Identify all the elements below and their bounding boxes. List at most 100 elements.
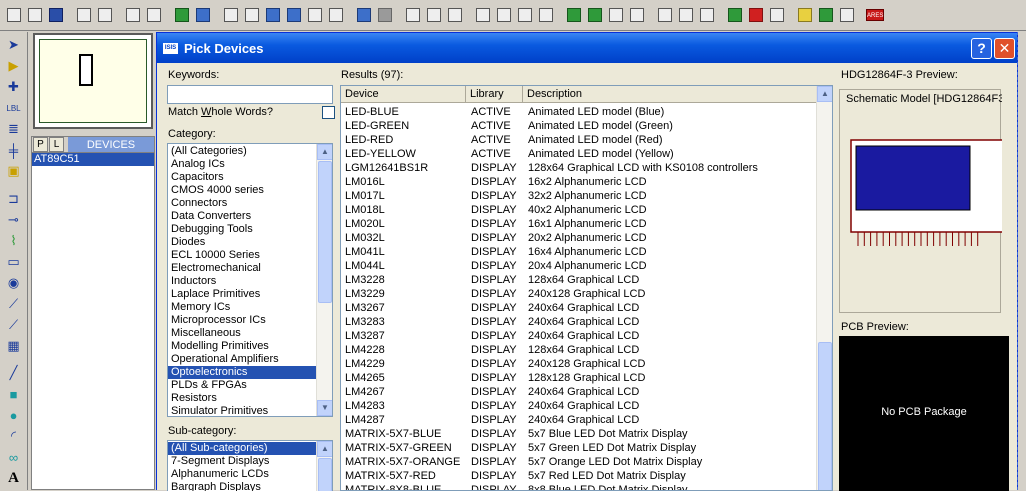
result-row[interactable]: LM4283 DISPLAY 240x64 Graphical LCD	[341, 399, 817, 413]
pick-device-button[interactable]: P	[33, 137, 48, 152]
ares-icon[interactable]: ARES	[865, 5, 885, 25]
set-area-icon[interactable]	[144, 5, 164, 25]
zoom-in-icon[interactable]	[263, 5, 283, 25]
remove-sheet-icon[interactable]	[746, 5, 766, 25]
result-row[interactable]: LM3287 DISPLAY 240x64 Graphical LCD	[341, 329, 817, 343]
current-probe-icon[interactable]: ⟋	[4, 316, 24, 335]
category-item[interactable]: ECL 10000 Series	[168, 249, 332, 262]
export-icon[interactable]	[95, 5, 115, 25]
block-rotate-icon[interactable]	[515, 5, 535, 25]
junction-dot-icon[interactable]: ✚	[4, 78, 24, 97]
block-move-icon[interactable]	[494, 5, 514, 25]
device-list[interactable]: AT89C51	[32, 153, 154, 166]
save-icon[interactable]	[46, 5, 66, 25]
results-scroll-thumb[interactable]	[818, 342, 832, 490]
result-row[interactable]: MATRIX-5X7-BLUE DISPLAY 5x7 Blue LED Dot M…	[341, 427, 817, 441]
result-row[interactable]: LM4267 DISPLAY 240x64 Graphical LCD	[341, 385, 817, 399]
property-tool-icon[interactable]	[697, 5, 717, 25]
print-icon[interactable]	[123, 5, 143, 25]
graph-icon[interactable]: ⌇	[4, 231, 24, 250]
refresh-icon[interactable]	[172, 5, 192, 25]
erc-icon[interactable]	[816, 5, 836, 25]
box-icon[interactable]: ■	[4, 385, 24, 404]
packaging-icon[interactable]	[606, 5, 626, 25]
virtual-instrument-icon[interactable]: ▦	[4, 337, 24, 356]
new-icon[interactable]	[4, 5, 24, 25]
selection-mode-icon[interactable]: ➤	[4, 36, 24, 55]
subcategory-item[interactable]: 7-Segment Displays	[168, 455, 332, 468]
bus-icon[interactable]: ╪	[4, 141, 24, 160]
result-row[interactable]: LED-YELLOW ACTIVE Animated LED model (Yell…	[341, 147, 817, 161]
result-row[interactable]: LED-GREEN ACTIVE Animated LED model (Green…	[341, 119, 817, 133]
result-row[interactable]: LED-BLUE ACTIVE Animated LED model (Blue)	[341, 105, 817, 119]
results-table[interactable]: Device Library Description LED-BLUE ACTIV…	[340, 85, 833, 491]
result-row[interactable]: LM020L DISPLAY 16x1 Alphanumeric LCD	[341, 217, 817, 231]
scroll-up-arrow-icon[interactable]: ▲	[817, 86, 832, 102]
exit-parent-icon[interactable]	[767, 5, 787, 25]
result-row[interactable]: LM018L DISPLAY 40x2 Alphanumeric LCD	[341, 203, 817, 217]
zoom-out-icon[interactable]	[284, 5, 304, 25]
terminal-icon[interactable]: ⊐	[4, 189, 24, 208]
redo-icon[interactable]	[375, 5, 395, 25]
zoom-area-icon[interactable]	[326, 5, 346, 25]
scroll-down-arrow-icon[interactable]: ▼	[317, 400, 332, 416]
dialog-title-bar[interactable]: ISIS Pick Devices	[157, 33, 1017, 63]
generator-icon[interactable]: ◉	[4, 274, 24, 293]
circle-icon[interactable]: ●	[4, 406, 24, 425]
line-icon[interactable]: ╱	[4, 364, 24, 383]
column-library[interactable]: Library	[466, 86, 523, 103]
arc-icon[interactable]: ◜	[4, 427, 24, 446]
netlist-icon[interactable]	[837, 5, 857, 25]
subcategory-scroll-thumb[interactable]	[318, 458, 332, 491]
decompose-icon[interactable]	[627, 5, 647, 25]
result-row[interactable]: MATRIX-5X7-ORANGE DISPLAY 5x7 Orange LED D…	[341, 455, 817, 469]
category-item[interactable]: Miscellaneous	[168, 327, 332, 340]
result-row[interactable]: LM032L DISPLAY 20x2 Alphanumeric LCD	[341, 231, 817, 245]
result-row[interactable]: MATRIX-5X7-GREEN DISPLAY 5x7 Green LED Dot…	[341, 441, 817, 455]
category-scroll-thumb[interactable]	[318, 161, 332, 303]
category-item[interactable]: PLDs & FPGAs	[168, 379, 332, 392]
category-item[interactable]: Operational Amplifiers	[168, 353, 332, 366]
result-row[interactable]: LM044L DISPLAY 20x4 Alphanumeric LCD	[341, 259, 817, 273]
category-item[interactable]: Diodes	[168, 236, 332, 249]
keywords-input[interactable]	[167, 85, 333, 104]
result-row[interactable]: LM4287 DISPLAY 240x64 Graphical LCD	[341, 413, 817, 427]
import-icon[interactable]	[74, 5, 94, 25]
category-item[interactable]: Debugging Tools	[168, 223, 332, 236]
category-item[interactable]: Optoelectronics	[168, 366, 332, 379]
category-item[interactable]: Electromechanical	[168, 262, 332, 275]
grid-icon[interactable]	[193, 5, 213, 25]
paste-icon[interactable]	[445, 5, 465, 25]
overview-window[interactable]	[33, 33, 153, 129]
category-list[interactable]: (All Categories) Analog ICs Capacitors CMOS…	[167, 143, 333, 417]
category-item[interactable]: Resistors	[168, 392, 332, 405]
pick-device-icon[interactable]	[564, 5, 584, 25]
search-tag-icon[interactable]	[676, 5, 696, 25]
results-scrollbar[interactable]: ▲	[816, 86, 832, 490]
category-item[interactable]: Memory ICs	[168, 301, 332, 314]
component-mode-icon[interactable]: ▶	[4, 57, 24, 76]
subcategory-item[interactable]: (All Sub-categories)	[168, 442, 332, 455]
result-row[interactable]: LM4265 DISPLAY 128x128 Graphical LCD	[341, 371, 817, 385]
column-description[interactable]: Description	[523, 86, 817, 103]
text-icon[interactable]: A	[4, 469, 24, 488]
block-delete-icon[interactable]	[536, 5, 556, 25]
text-script-icon[interactable]: ≣	[4, 120, 24, 139]
category-item[interactable]: Modelling Primitives	[168, 340, 332, 353]
category-item[interactable]: Connectors	[168, 197, 332, 210]
result-row[interactable]: LM4229 DISPLAY 240x128 Graphical LCD	[341, 357, 817, 371]
block-copy-icon[interactable]	[473, 5, 493, 25]
undo-icon[interactable]	[354, 5, 374, 25]
subcategory-item[interactable]: Alphanumeric LCDs	[168, 468, 332, 481]
make-device-icon[interactable]	[585, 5, 605, 25]
copy-icon[interactable]	[424, 5, 444, 25]
category-item[interactable]: (All Categories)	[168, 145, 332, 158]
category-item[interactable]: Microprocessor ICs	[168, 314, 332, 327]
subcategory-list[interactable]: (All Sub-categories) 7-Segment Displays Al…	[167, 440, 333, 491]
pan-icon[interactable]	[242, 5, 262, 25]
zoom-all-icon[interactable]	[305, 5, 325, 25]
result-row[interactable]: LM4228 DISPLAY 128x64 Graphical LCD	[341, 343, 817, 357]
category-item[interactable]: Laplace Primitives	[168, 288, 332, 301]
category-item[interactable]: Data Converters	[168, 210, 332, 223]
new-sheet-icon[interactable]	[725, 5, 745, 25]
